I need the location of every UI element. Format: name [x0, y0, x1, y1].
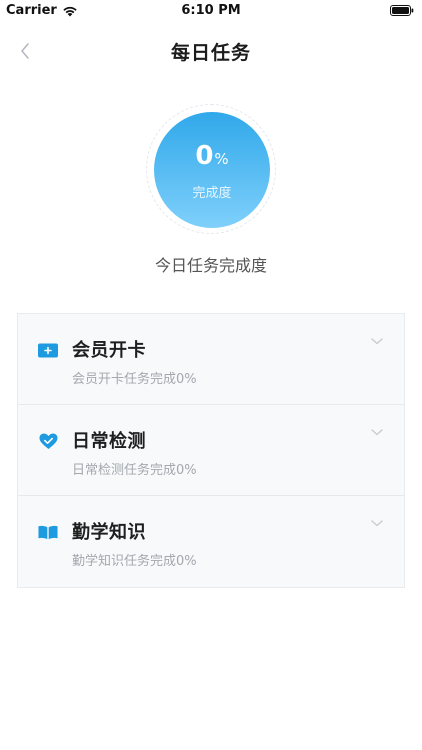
status-bar: Carrier 6:10 PM	[0, 0, 422, 22]
task-title: 日常检测	[72, 431, 146, 452]
task-title: 会员开卡	[72, 340, 146, 361]
progress-number: 0	[195, 141, 214, 171]
book-icon	[38, 524, 58, 540]
today-progress-label: 今日任务完成度	[154, 256, 267, 275]
progress-unit: %	[214, 150, 229, 168]
chevron-down-icon	[371, 338, 383, 345]
task-item-study-knowledge[interactable]: 勤学知识 勤学知识任务完成0%	[18, 496, 404, 587]
card-icon	[38, 342, 58, 358]
task-title: 勤学知识	[72, 522, 146, 543]
page-title: 每日任务	[170, 42, 251, 64]
task-subtitle: 日常检测任务完成0%	[72, 463, 197, 478]
progress-caption: 完成度	[192, 186, 232, 201]
task-subtitle: 勤学知识任务完成0%	[72, 554, 197, 569]
chevron-down-icon	[371, 520, 383, 527]
chevron-down-icon	[371, 429, 383, 436]
task-list: 会员开卡 会员开卡任务完成0% 日常检测 日常检测任务完成0% 勤学知识 勤学知…	[17, 313, 405, 588]
battery-icon	[390, 5, 414, 16]
task-item-daily-check[interactable]: 日常检测 日常检测任务完成0%	[18, 405, 404, 496]
progress-value: 0%	[195, 141, 228, 174]
nav-bar: 每日任务	[0, 22, 422, 80]
task-item-membership-card[interactable]: 会员开卡 会员开卡任务完成0%	[18, 314, 404, 405]
progress-circle: 0% 完成度	[154, 112, 270, 228]
task-subtitle: 会员开卡任务完成0%	[72, 372, 197, 387]
status-time: 6:10 PM	[181, 3, 241, 18]
progress-ring: 0% 完成度	[146, 104, 276, 234]
heart-check-icon	[38, 433, 58, 449]
